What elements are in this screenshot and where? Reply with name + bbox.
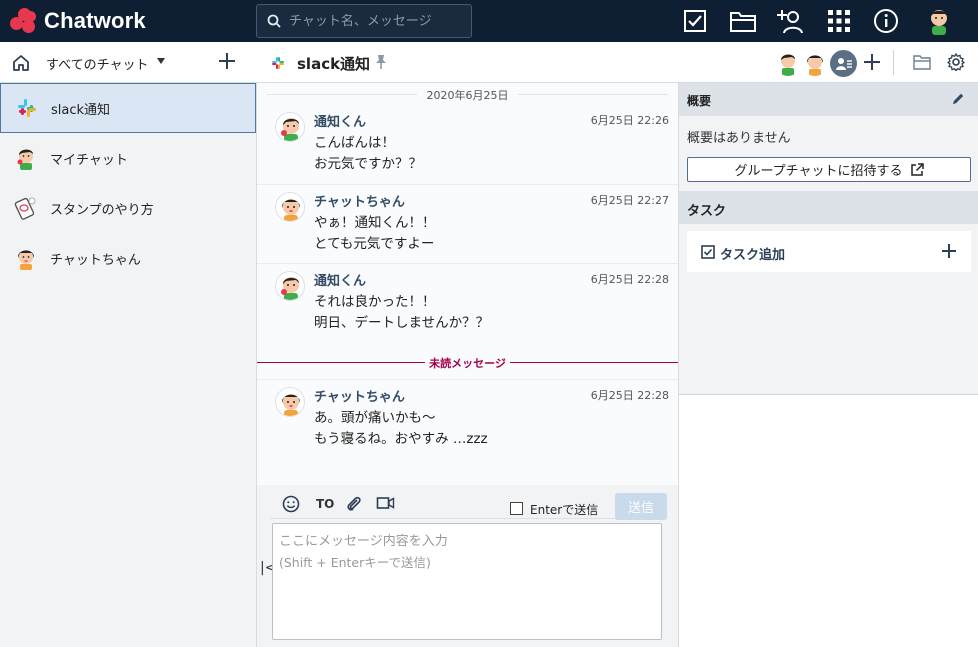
home-icon[interactable] (11, 53, 31, 73)
pin-icon[interactable] (374, 54, 388, 70)
chat-filter-dropdown[interactable]: すべてのチャット (46, 54, 148, 73)
sender-avatar[interactable] (275, 271, 305, 301)
header-divider (893, 50, 894, 75)
search-icon (267, 14, 281, 28)
message-text: こんばんは！ (314, 135, 395, 151)
message-text: あ。頭が痛いかも〜 (314, 410, 436, 426)
composer-toolbar: TO Enterで送信 送信 (270, 487, 667, 520)
room-info-top: 概要 概要はありません グループチャットに招待する タスク タスク追加 (679, 83, 978, 395)
user-avatar[interactable] (925, 7, 953, 35)
room-label: slack通知 (51, 102, 111, 118)
invite-label: グループチャットに招待する (734, 164, 903, 179)
overview-text: 概要はありません (687, 131, 791, 146)
message-text: お元気ですか？？ (314, 156, 422, 172)
message-time: 6月25日 22:28 (590, 389, 669, 402)
video-call-icon[interactable] (376, 495, 395, 511)
sidebar: すべてのチャット slack通知 マイチャット スタンプのやり方 チャットちゃん (0, 42, 257, 647)
message-text: それは良かった！！ (314, 294, 436, 310)
task-title: タスク (687, 204, 727, 219)
chatwork-logo-icon (10, 8, 40, 34)
task-header: タスク (679, 191, 978, 224)
message-timeline: 2020年6月25日 通知くん 6月25日 22:26 こんばんは！ お元気です… (257, 83, 678, 485)
sender-avatar[interactable] (275, 192, 305, 222)
member-avatar[interactable] (802, 50, 828, 76)
overview-title: 概要 (687, 94, 712, 108)
gear-icon[interactable] (947, 53, 965, 71)
sender-avatar[interactable] (275, 387, 305, 417)
folder-icon[interactable] (729, 7, 757, 35)
message-text: 明日、デートしませんか？？ (314, 315, 490, 331)
add-task-card[interactable]: タスク追加 (687, 231, 971, 272)
room-label: マイチャット (50, 152, 128, 168)
chat-main: slack通知 2020年6月25日 通知くん 6月25日 22:26 こんばん… (257, 42, 978, 647)
invite-group-button[interactable]: グループチャットに招待する (687, 157, 971, 182)
message-time: 6月25日 22:27 (590, 194, 669, 207)
unread-label: 未読メッセージ (425, 357, 510, 370)
room-item-stamp-howto[interactable]: スタンプのやり方 (0, 183, 257, 233)
message-text: やぁ！通知くん！！ (314, 215, 436, 231)
sender-name[interactable]: 通知くん (314, 111, 366, 130)
apps-grid-icon[interactable] (825, 7, 853, 35)
sender-name[interactable]: チャットちゃん (314, 191, 405, 210)
sender-name[interactable]: 通知くん (314, 270, 366, 289)
room-list: slack通知 マイチャット スタンプのやり方 チャットちゃん (0, 83, 257, 283)
date-separator: 2020年6月25日 (257, 87, 678, 103)
edit-pencil-icon[interactable] (951, 92, 965, 106)
message-item[interactable]: 通知くん 6月25日 22:26 こんばんは！ お元気ですか？？ (257, 105, 678, 185)
chat-search[interactable] (256, 4, 472, 38)
room-label: スタンプのやり方 (50, 202, 154, 218)
add-task-plus-icon[interactable] (941, 243, 957, 259)
sender-avatar[interactable] (275, 112, 305, 142)
add-contact-icon[interactable] (777, 7, 805, 35)
info-icon[interactable] (872, 7, 900, 35)
sidebar-header: すべてのチャット (0, 42, 257, 83)
message-text: もう寝るね。おやすみ …zzz (314, 431, 488, 447)
room-title: slack通知 (297, 55, 371, 73)
room-label: チャットちゃん (50, 252, 141, 268)
task-checkbox-icon (701, 245, 715, 259)
enter-to-send-label[interactable]: Enterで送信 (530, 501, 598, 518)
message-input[interactable]: ここにメッセージ内容を入力 (Shift + Enterキーで送信) (272, 523, 662, 640)
room-item-my-chat[interactable]: マイチャット (0, 133, 257, 183)
sender-name[interactable]: チャットちゃん (314, 386, 405, 405)
external-link-icon (910, 162, 924, 176)
unread-separator: 未読メッセージ (257, 357, 678, 370)
add-chat-icon[interactable] (218, 52, 236, 70)
slack-icon (272, 57, 284, 69)
app-name: Chatwork (44, 8, 146, 33)
avatar-girl-icon (17, 250, 35, 270)
paperclip-icon[interactable] (345, 495, 363, 513)
folder-icon[interactable] (913, 54, 931, 70)
member-avatar[interactable] (775, 50, 801, 76)
room-item-slack[interactable]: slack通知 (0, 83, 256, 133)
search-input[interactable] (289, 13, 459, 29)
top-bar: Chatwork (0, 0, 978, 42)
room-item-chat-chan[interactable]: チャットちゃん (0, 233, 257, 283)
phone-stamp-icon (14, 197, 36, 220)
to-button[interactable]: TO (316, 497, 334, 511)
message-item[interactable]: 通知くん 6月25日 22:28 それは良かった！！ 明日、デートしませんか？？ (257, 264, 678, 343)
message-item[interactable]: チャットちゃん 6月25日 22:28 あ。頭が痛いかも〜 もう寝るね。おやすみ… (257, 379, 678, 459)
message-text: とても元気ですよー (314, 236, 435, 252)
message-item[interactable]: チャットちゃん 6月25日 22:27 やぁ！通知くん！！ とても元気ですよー (257, 185, 678, 264)
avatar-boy-icon (17, 149, 33, 170)
room-header: slack通知 (257, 42, 978, 83)
members-icon[interactable] (830, 50, 857, 77)
slack-icon (18, 99, 36, 117)
add-member-icon[interactable] (863, 53, 881, 71)
message-time: 6月25日 22:26 (590, 114, 669, 127)
add-task-label[interactable]: タスク追加 (720, 244, 785, 263)
chatwork-logo[interactable]: Chatwork (10, 8, 146, 34)
task-checkbox-icon[interactable] (681, 7, 709, 35)
emoji-icon[interactable] (282, 495, 300, 513)
message-time: 6月25日 22:28 (590, 273, 669, 286)
message-placeholder: ここにメッセージ内容を入力 (279, 534, 448, 549)
room-info-panel: 概要 概要はありません グループチャットに招待する タスク タスク追加 (678, 83, 978, 647)
send-button[interactable]: 送信 (615, 493, 667, 520)
message-placeholder-hint: (Shift + Enterキーで送信) (279, 555, 431, 570)
chevron-down-icon[interactable] (157, 58, 165, 64)
message-composer: TO Enterで送信 送信 |< ここにメッセージ内容を入力 (Shift +… (257, 485, 678, 647)
overview-header: 概要 (679, 83, 978, 116)
enter-to-send-checkbox[interactable] (510, 502, 523, 515)
